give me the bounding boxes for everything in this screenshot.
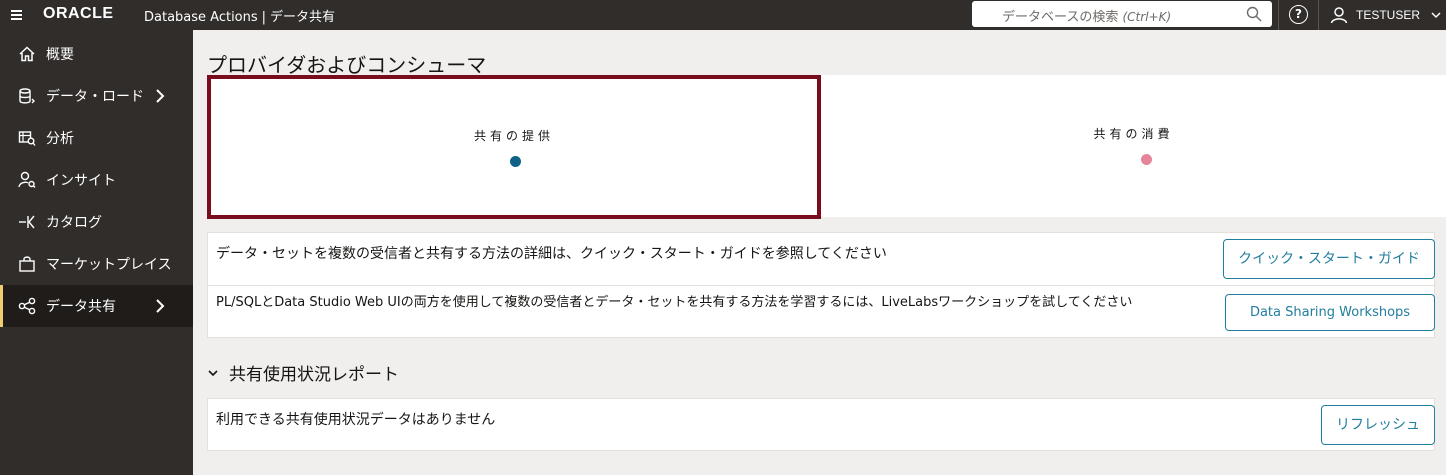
sidebar-item-label: 分析 — [46, 131, 74, 147]
insight-icon — [18, 171, 36, 188]
database-load-icon — [19, 88, 35, 104]
sidebar-item-overview[interactable]: 概要 — [0, 33, 193, 75]
report-section-header[interactable]: 共有使用状況レポート — [207, 360, 399, 385]
sidebar-item-catalog[interactable]: カタログ — [0, 201, 193, 243]
livelabs-text: PL/SQLとData Studio Web UIの両方を使用して複数の受信者と… — [216, 295, 1133, 310]
sidebar-item-label: マーケットプレイス — [46, 257, 172, 273]
title-separator: | — [261, 10, 267, 25]
report-empty-message: 利用できる共有使用状況データはありません — [216, 412, 496, 428]
info-panel: データ・セットを複数の受信者と共有する方法の詳細は、クイック・スタート・ガイドを… — [207, 232, 1436, 338]
sidebar-item-label: 概要 — [46, 47, 74, 63]
user-name: TESTUSER — [1356, 8, 1421, 22]
search-placeholder-text: データベースの検索 — [1002, 10, 1119, 25]
page-title: プロバイダおよびコンシューマ — [207, 53, 487, 77]
quickstart-text: データ・セットを複数の受信者と共有する方法の詳細は、クイック・スタート・ガイドを… — [216, 246, 887, 262]
sidebar-item-label: インサイト — [46, 173, 116, 189]
divider — [1278, 0, 1279, 30]
data-share-icon — [18, 297, 36, 315]
catalog-icon — [19, 215, 35, 229]
report-panel: 利用できる共有使用状況データはありません リフレッシュ — [207, 398, 1435, 451]
status-dot — [1141, 154, 1152, 165]
app-title: Database Actions | データ共有 — [144, 6, 335, 25]
data-sharing-workshops-button[interactable]: Data Sharing Workshops — [1225, 294, 1435, 331]
refresh-button[interactable]: リフレッシュ — [1321, 405, 1435, 445]
search-placeholder: データベースの検索 (Ctrl+K) — [1002, 6, 1171, 25]
status-dot — [510, 156, 521, 167]
provide-share-card[interactable]: 共有の提供 — [207, 75, 821, 219]
sidebar-item-marketplace[interactable]: マーケットプレイス — [0, 243, 193, 285]
top-bar: ORACLE Database Actions | データ共有 データベースの検索 … — [0, 0, 1446, 30]
search-shortcut: (Ctrl+K) — [1122, 10, 1172, 24]
sidebar-item-data-share[interactable]: データ共有 — [0, 285, 193, 327]
sidebar: 概要 データ・ロード 分析 インサイト カタログ マーケットプレイス データ共有 — [0, 30, 193, 475]
sidebar-item-label: データ共有 — [46, 299, 116, 315]
sidebar-item-label: カタログ — [46, 215, 102, 231]
hamburger-menu-icon[interactable] — [8, 6, 26, 24]
chevron-right-icon — [156, 89, 165, 103]
section-name: データ共有 — [270, 10, 336, 25]
product-name: Database Actions — [144, 10, 258, 25]
chevron-down-icon — [208, 369, 218, 376]
consume-share-card[interactable]: 共有の消費 — [821, 75, 1446, 217]
main-content: プロバイダおよびコンシューマ 共有の提供 共有の消費 データ・セットを複数の受信… — [193, 30, 1446, 475]
home-icon — [19, 46, 35, 62]
sidebar-item-insight[interactable]: インサイト — [0, 159, 193, 201]
report-title: 共有使用状況レポート — [229, 365, 399, 385]
marketplace-icon — [19, 256, 35, 272]
search-input[interactable]: データベースの検索 (Ctrl+K) — [972, 1, 1272, 27]
sidebar-item-data-load[interactable]: データ・ロード — [0, 75, 193, 117]
chevron-right-icon — [156, 299, 165, 313]
card-label: 共有の提供 — [473, 129, 554, 143]
chevron-down-icon — [1431, 12, 1441, 19]
card-label: 共有の消費 — [1093, 127, 1174, 141]
provider-consumer-cards: 共有の提供 共有の消費 — [207, 75, 1446, 219]
search-icon[interactable] — [1246, 6, 1262, 22]
analysis-icon — [18, 131, 36, 146]
sidebar-item-label: データ・ロード — [46, 89, 144, 105]
quickstart-guide-button[interactable]: クイック・スタート・ガイド — [1223, 239, 1435, 279]
divider — [208, 285, 1436, 286]
help-icon[interactable]: ? — [1289, 5, 1308, 24]
user-icon — [1330, 7, 1348, 24]
user-menu[interactable]: TESTUSER — [1330, 0, 1442, 30]
divider — [1318, 0, 1319, 30]
oracle-logo: ORACLE — [43, 5, 114, 22]
sidebar-item-analysis[interactable]: 分析 — [0, 117, 193, 159]
